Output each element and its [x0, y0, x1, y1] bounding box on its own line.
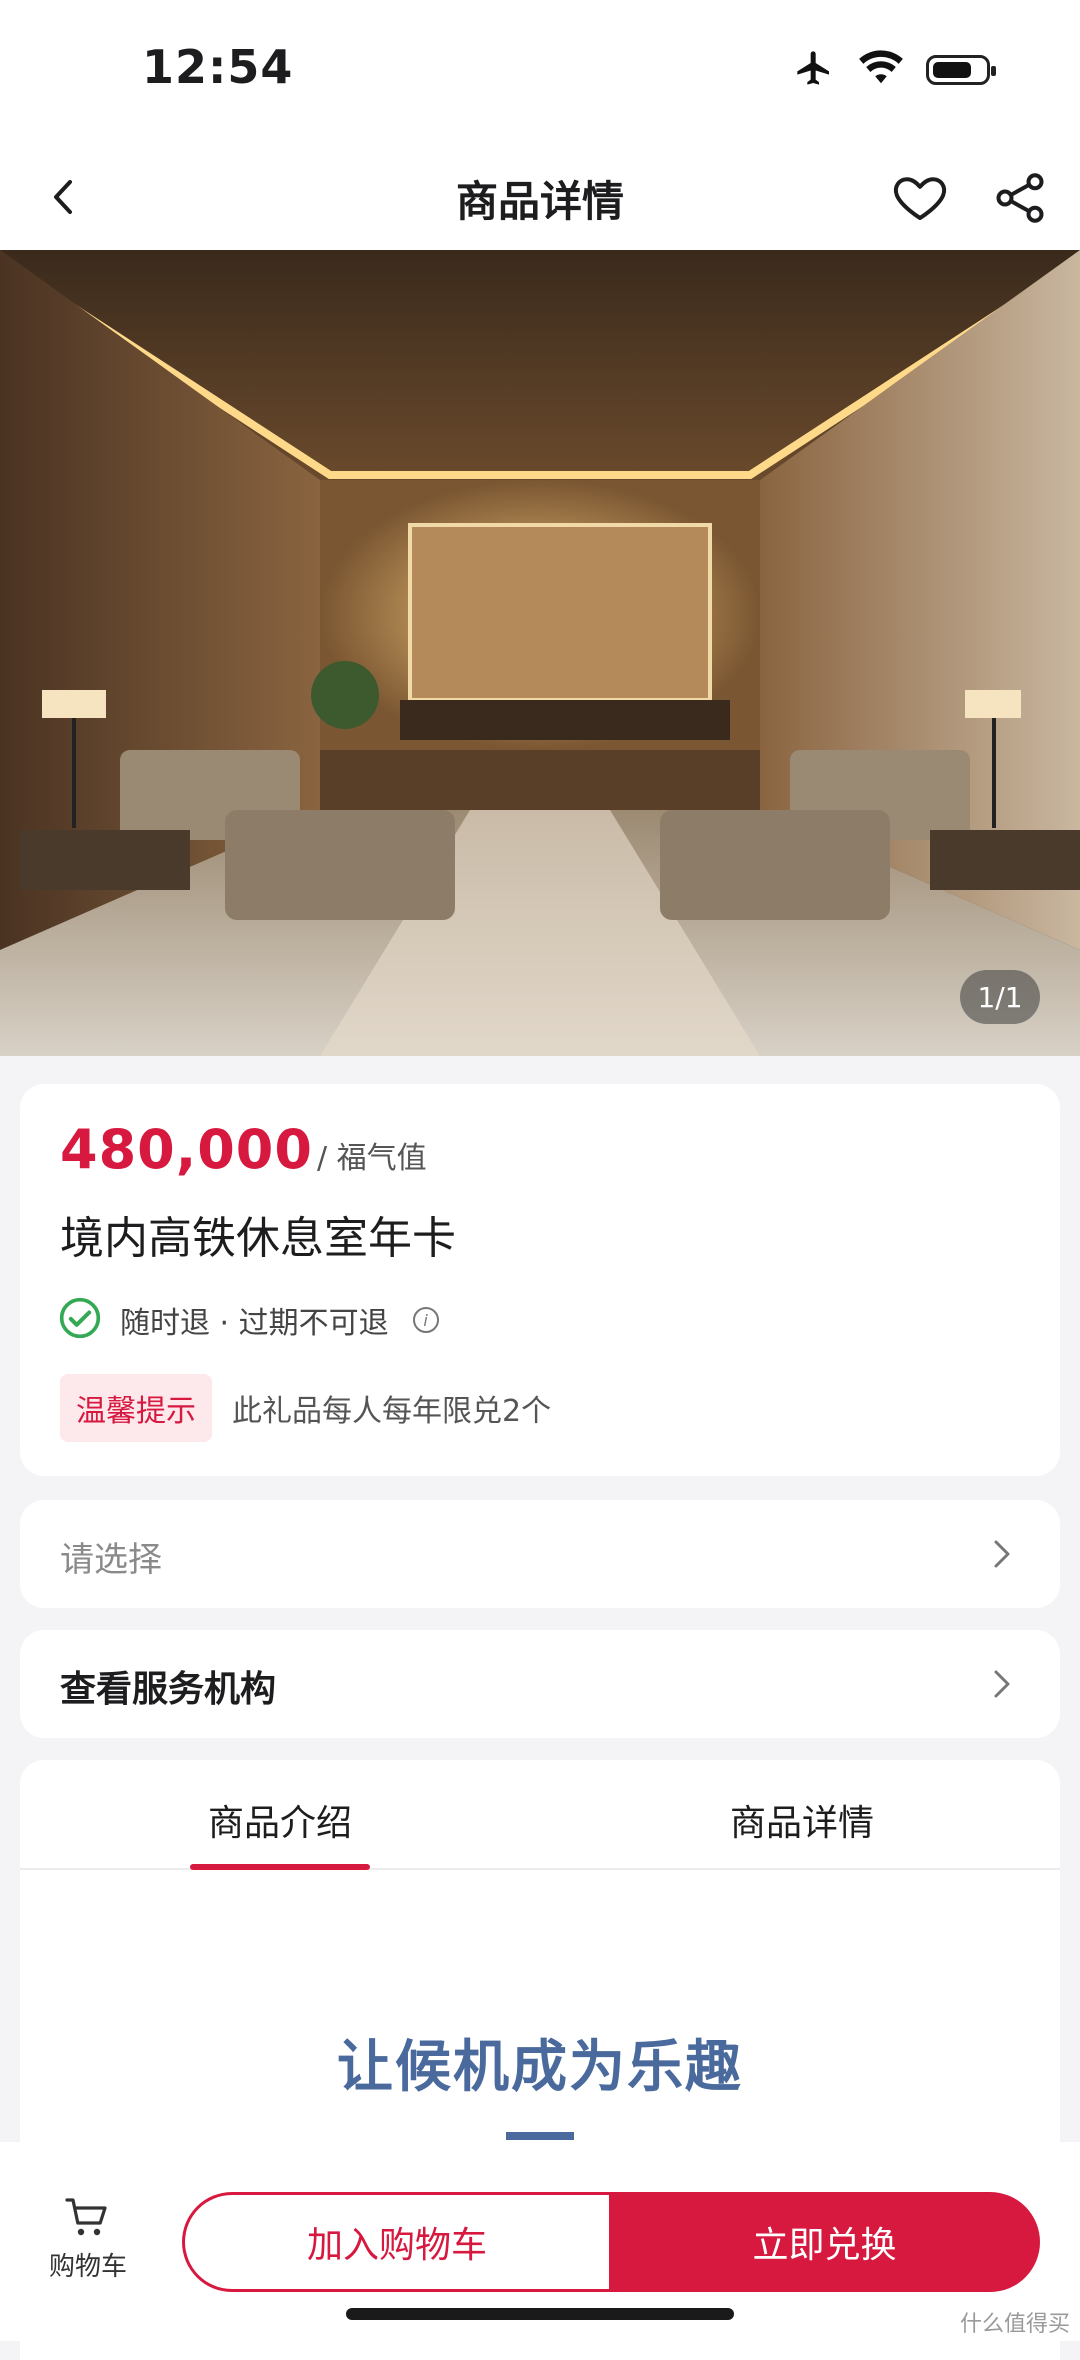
tab-details[interactable]: 商品详情	[730, 1794, 874, 1846]
chevron-right-icon	[984, 1534, 1020, 1574]
tip-badge: 温馨提示	[60, 1374, 212, 1442]
chevron-right-icon	[984, 1664, 1020, 1704]
price-value: 480,000	[60, 1118, 313, 1181]
price-unit: / 福气值	[316, 1141, 427, 1176]
tab-bar: 商品介绍 商品详情	[20, 1760, 1060, 1870]
intro-heading: 让候机成为乐趣	[337, 2035, 743, 2100]
refund-policy[interactable]: 随时退 · 过期不可退 i	[58, 1296, 439, 1344]
image-counter: 1/1	[960, 970, 1040, 1024]
nav-bar: 商品详情	[0, 150, 1080, 250]
product-image[interactable]	[0, 250, 1080, 1056]
cart-button[interactable]: 购物车	[40, 2196, 136, 2283]
tip-row: 温馨提示 此礼品每人每年限兑2个	[60, 1374, 551, 1442]
info-icon[interactable]: i	[412, 1307, 439, 1333]
service-label: 查看服务机构	[60, 1669, 277, 1710]
favorite-button[interactable]	[890, 168, 950, 228]
select-label: 请选择	[60, 1540, 162, 1580]
service-provider-row[interactable]: 查看服务机构	[20, 1630, 1060, 1738]
share-button[interactable]	[990, 168, 1050, 228]
battery-icon	[926, 55, 996, 85]
status-icons	[792, 48, 996, 92]
tab-intro[interactable]: 商品介绍	[208, 1794, 352, 1846]
check-circle-icon	[58, 1296, 102, 1344]
refund-policy-text: 随时退 · 过期不可退	[120, 1306, 389, 1341]
status-bar: 12:54	[0, 0, 1080, 150]
redeem-now-button[interactable]: 立即兑换	[609, 2192, 1040, 2292]
share-icon	[996, 173, 1044, 223]
intro-divider	[506, 2132, 574, 2140]
action-buttons: 加入购物车 立即兑换	[182, 2192, 1040, 2292]
active-tab-indicator	[190, 1864, 370, 1870]
price: 480,000 / 福气值	[60, 1118, 427, 1181]
wifi-icon	[858, 49, 904, 91]
status-time: 12:54	[142, 40, 294, 94]
watermark: 什么值得买	[959, 2312, 1070, 2337]
cart-icon	[65, 2198, 107, 2236]
product-name: 境内高铁休息室年卡	[60, 1213, 456, 1264]
heart-icon	[893, 177, 947, 220]
cart-label: 购物车	[48, 2252, 127, 2282]
home-indicator[interactable]	[346, 2308, 734, 2320]
airplane-icon	[792, 48, 836, 92]
product-info-card: 480,000 / 福气值 境内高铁休息室年卡 随时退 · 过期不可退 i 温馨…	[20, 1084, 1060, 1476]
add-to-cart-button[interactable]: 加入购物车	[182, 2192, 609, 2292]
option-select-row[interactable]: 请选择	[20, 1500, 1060, 1608]
tip-text: 此礼品每人每年限兑2个	[232, 1394, 552, 1429]
